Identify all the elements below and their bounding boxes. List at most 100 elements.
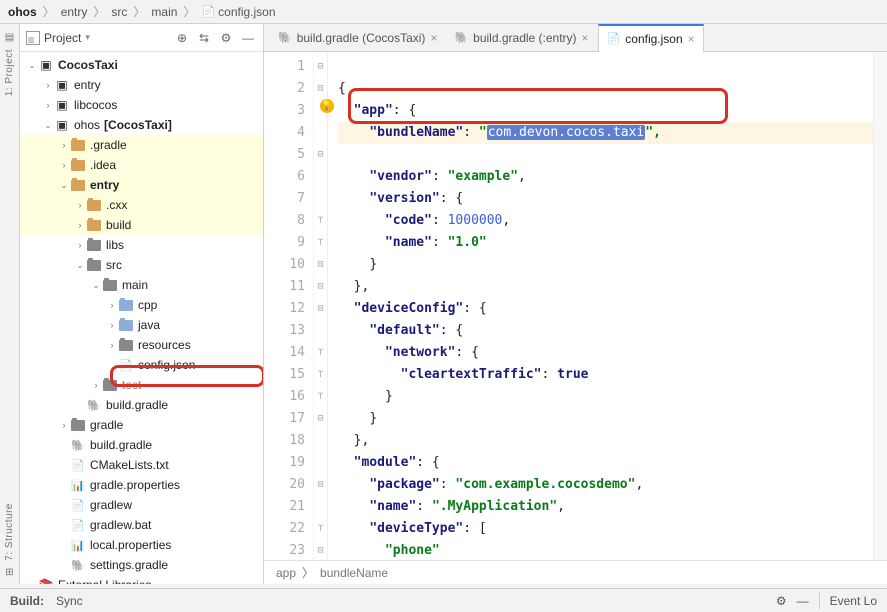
json-file-icon: 📄 — [607, 32, 621, 45]
tab-config-json[interactable]: 📄config.json× — [598, 24, 704, 52]
folder-icon — [102, 378, 118, 392]
code-content[interactable]: 💡{ "app": { "bundleName": "com.devon.coc… — [328, 52, 873, 560]
chevron-right-icon: › — [74, 240, 86, 250]
folder-icon — [70, 418, 86, 432]
chevron-down-icon: ⌄ — [26, 60, 38, 71]
left-rail-structure-label[interactable]: 7: Structure — [4, 503, 15, 561]
crumb-bundlename[interactable]: bundleName — [320, 566, 388, 580]
tree-label: local.properties — [90, 538, 171, 552]
tree-item-cpp[interactable]: ›cpp — [20, 295, 263, 315]
tree-item-entry-module[interactable]: ⌄entry — [20, 175, 263, 195]
folder-icon — [118, 338, 134, 352]
gradle-file-icon: 🐘 — [70, 438, 86, 452]
crumb-entry[interactable]: entry — [61, 5, 88, 19]
tree-label: cpp — [138, 298, 157, 312]
tree-item-ohos[interactable]: ⌄▣ohos[CocosTaxi] — [20, 115, 263, 135]
tree-label: build.gradle — [106, 398, 168, 412]
tree-item-test[interactable]: ›test — [20, 375, 263, 395]
tree-label: .idea — [90, 158, 116, 172]
module-icon: ▣ — [54, 118, 70, 132]
tree-item-gradle[interactable]: ›.gradle — [20, 135, 263, 155]
tree-item-java[interactable]: ›java — [20, 315, 263, 335]
tree-label: src — [106, 258, 122, 272]
tree-label: main — [122, 278, 148, 292]
tree-item-cxx[interactable]: ›.cxx — [20, 195, 263, 215]
close-icon[interactable]: × — [430, 31, 437, 45]
dropdown-chevron-icon[interactable]: ▾ — [85, 32, 90, 43]
close-icon[interactable]: × — [582, 31, 589, 45]
tree-label: config.json — [138, 358, 195, 372]
project-tree[interactable]: ⌄▣CocosTaxi ›▣entry ›▣libcocos ⌄▣ohos[Co… — [20, 52, 263, 584]
chevron-right-icon: › — [58, 140, 70, 150]
text-file-icon: 📄 — [70, 518, 86, 532]
tree-item-entry[interactable]: ›▣entry — [20, 75, 263, 95]
tree-item-gradlew-bat[interactable]: 📄gradlew.bat — [20, 515, 263, 535]
gear-icon[interactable]: ⚙ — [217, 29, 235, 47]
chevron-right-icon: › — [74, 220, 86, 230]
gradle-file-icon: 🐘 — [86, 398, 102, 412]
tree-label: CMakeLists.txt — [90, 458, 169, 472]
hide-panel-icon[interactable]: — — [239, 29, 257, 47]
tree-item-settings-gradle[interactable]: 🐘settings.gradle — [20, 555, 263, 575]
tree-item-gradle2[interactable]: ›gradle — [20, 415, 263, 435]
module-icon: ▣ — [38, 58, 54, 72]
project-tool-button[interactable]: ▤ — [5, 32, 14, 43]
gradle-file-icon: 🐘 — [278, 31, 292, 44]
status-bar: Build: Sync ⚙ — Event Lo — [0, 588, 887, 612]
tree-label: resources — [138, 338, 191, 352]
tree-label: build.gradle — [90, 438, 152, 452]
tree-item-idea[interactable]: › .idea — [20, 155, 263, 175]
crumb-root[interactable]: ohos — [8, 5, 37, 19]
close-icon[interactable]: × — [688, 32, 695, 46]
event-log-button[interactable]: Event Lo — [830, 594, 877, 608]
editor-area: 🐘build.gradle (CocosTaxi)× 🐘build.gradle… — [264, 24, 887, 584]
tab-build-gradle-entry[interactable]: 🐘build.gradle (:entry)× — [446, 24, 597, 52]
select-opened-icon[interactable]: ⊕ — [173, 29, 191, 47]
crumb-src[interactable]: src — [111, 5, 127, 19]
tree-label: gradlew — [90, 498, 132, 512]
expand-all-icon[interactable]: ⇆ — [195, 29, 213, 47]
module-icon: ▣ — [54, 98, 70, 112]
crumb-file[interactable]: 📄config.json — [201, 5, 275, 19]
tree-item-config-json[interactable]: 📄config.json — [20, 355, 263, 375]
gear-icon[interactable]: ⚙ — [776, 594, 787, 608]
tree-suffix: [CocosTaxi] — [104, 118, 172, 132]
editor-tabs: 🐘build.gradle (CocosTaxi)× 🐘build.gradle… — [264, 24, 887, 52]
tree-label: libcocos — [74, 98, 117, 112]
crumb-main[interactable]: main — [151, 5, 177, 19]
tree-label: build — [106, 218, 131, 232]
left-rail-project-label[interactable]: 1: Project — [4, 49, 15, 96]
project-panel-title[interactable]: Project — [44, 31, 81, 45]
tree-item-gradlew[interactable]: 📄gradlew — [20, 495, 263, 515]
folder-icon — [70, 158, 86, 172]
editor-marker-bar[interactable] — [873, 52, 887, 560]
tree-item-external-libs[interactable]: ›📚External Libraries — [20, 575, 263, 584]
code-editor[interactable]: 1234567891011121314151617181920212223 ⊟⊟… — [264, 52, 887, 560]
tree-item-src[interactable]: ⌄src — [20, 255, 263, 275]
tree-item-gradle-properties[interactable]: 📊gradle.properties — [20, 475, 263, 495]
tree-item-libs[interactable]: ›libs — [20, 235, 263, 255]
intention-bulb-icon[interactable]: 💡 — [320, 99, 334, 113]
tree-item-local-properties[interactable]: 📊local.properties — [20, 535, 263, 555]
tree-item-build-gradle2[interactable]: 🐘 build.gradle — [20, 435, 263, 455]
tree-item-cmakelists[interactable]: 📄CMakeLists.txt — [20, 455, 263, 475]
tree-item-build[interactable]: › build — [20, 215, 263, 235]
status-build-label[interactable]: Build: — [10, 594, 44, 608]
tree-item-main[interactable]: ⌄main — [20, 275, 263, 295]
chevron-right-icon: › — [90, 380, 102, 390]
tree-label: java — [138, 318, 160, 332]
status-sync-label[interactable]: Sync — [56, 594, 83, 608]
fold-gutter[interactable]: ⊟⊟⊟⊤⊤⊟⊟⊟⊤⊤⊤⊟⊟⊤⊟ — [314, 52, 328, 560]
tree-item-libcocos[interactable]: ›▣libcocos — [20, 95, 263, 115]
tree-root[interactable]: ⌄▣CocosTaxi — [20, 55, 263, 75]
chevron-right-icon: › — [58, 160, 70, 170]
project-view-icon: ▥ — [26, 31, 40, 45]
tab-build-gradle-root[interactable]: 🐘build.gradle (CocosTaxi)× — [270, 24, 446, 52]
tree-item-resources[interactable]: ›resources — [20, 335, 263, 355]
folder-icon — [86, 238, 102, 252]
crumb-app[interactable]: app — [276, 566, 296, 580]
hide-icon[interactable]: — — [797, 594, 809, 608]
tree-item-build-gradle[interactable]: 🐘 build.gradle — [20, 395, 263, 415]
structure-tool-button[interactable]: ⊞ — [5, 567, 13, 578]
chevron-right-icon: › — [42, 80, 54, 90]
